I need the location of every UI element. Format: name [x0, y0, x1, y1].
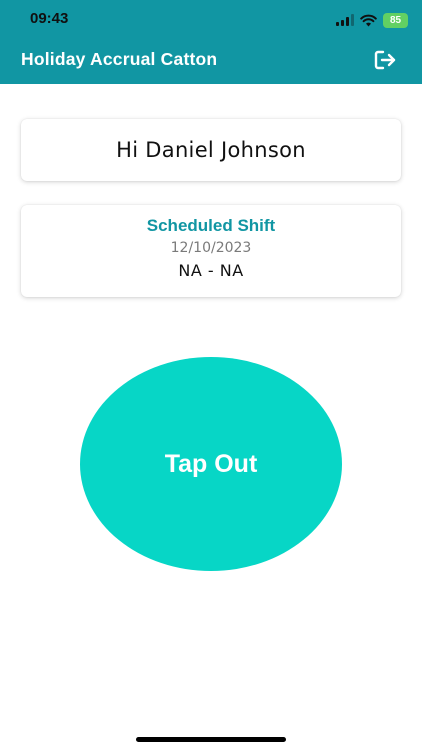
wifi-icon [360, 14, 377, 26]
tap-out-button[interactable]: Tap Out [80, 357, 342, 571]
shift-date: 12/10/2023 [170, 240, 252, 256]
greeting-text: Hi Daniel Johnson [116, 138, 306, 162]
status-icons: 85 [336, 12, 408, 28]
home-indicator[interactable] [136, 737, 286, 742]
logout-icon [374, 50, 396, 70]
shift-title: Scheduled Shift [146, 216, 276, 235]
shift-time: NA - NA [178, 261, 244, 280]
greeting-card: Hi Daniel Johnson [21, 119, 401, 181]
battery-icon: 85 [383, 12, 408, 28]
app-header: 09:43 85 Holiday Accrual Catton [0, 0, 422, 84]
app-title: Holiday Accrual Catton [21, 49, 218, 69]
scheduled-shift-card: Scheduled Shift 12/10/2023 NA - NA [21, 205, 401, 297]
signal-icon [336, 14, 354, 26]
logout-button[interactable] [374, 49, 398, 71]
status-time: 09:43 [30, 10, 69, 27]
tap-out-label: Tap Out [164, 449, 258, 478]
